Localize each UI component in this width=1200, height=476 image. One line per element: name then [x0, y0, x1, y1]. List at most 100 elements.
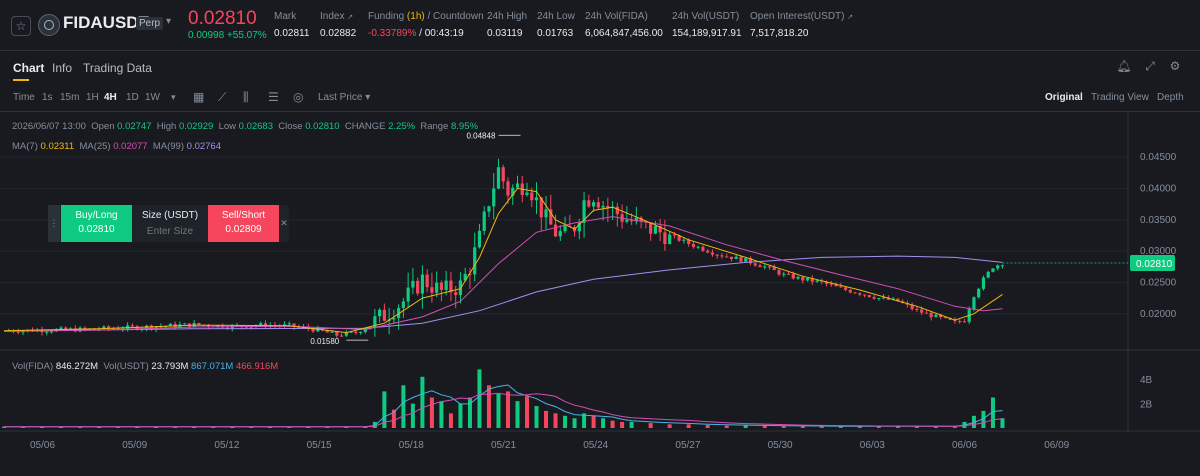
volume-bar	[544, 410, 549, 428]
x-tick-label: 05/27	[675, 440, 700, 451]
candle-body	[530, 192, 534, 201]
interval-1w[interactable]: 1W	[145, 92, 160, 103]
indicator-calendar-icon[interactable]: ▦	[193, 90, 204, 104]
volume-bar	[743, 425, 748, 428]
external-link-icon[interactable]: ↗	[347, 14, 353, 21]
vol-ma2-value: 466.916M	[235, 361, 279, 372]
settings-icon[interactable]: ⚙	[1167, 58, 1183, 74]
candle-settings-icon[interactable]: ⫼	[243, 90, 249, 105]
candle-body	[130, 325, 134, 327]
price-type-select[interactable]: Last Price ▾	[318, 92, 370, 103]
external-link-icon[interactable]: ↗	[847, 14, 853, 21]
interval-1d[interactable]: 1D	[126, 92, 139, 103]
candle-body	[311, 328, 315, 332]
volume-bar	[620, 421, 625, 428]
candle-body	[996, 265, 1000, 269]
stat-high-label: 24h High	[487, 11, 528, 22]
candle-body	[544, 209, 548, 218]
chart-canvas[interactable]: 0.045000.040000.035000.030000.025000.020…	[0, 112, 1200, 471]
tab-chart[interactable]: Chart	[13, 61, 44, 75]
candle-body	[872, 297, 876, 299]
price-chart[interactable]: 0.04500 0.04000 0.03500 0.03000 0.02500 0.020…	[0, 112, 1200, 471]
current-price-label: 0.02810	[1136, 259, 1173, 270]
extreme-price-label: 0.04848	[466, 131, 495, 140]
candle-body	[553, 224, 558, 237]
more-intervals-icon[interactable]: ▾	[171, 92, 176, 103]
candle-body	[924, 312, 928, 314]
stat-funding-value: -0.33789% / 00:43:19	[368, 28, 464, 39]
candle-body	[625, 219, 629, 222]
expand-icon[interactable]: ⤢	[1142, 58, 1158, 74]
chart-type-icon[interactable]: ⟋	[218, 90, 226, 105]
price-change: 0.00998 +55.07%	[188, 30, 267, 41]
ohlc-date: 2026/06/07 13:00	[12, 121, 86, 132]
candle-body	[339, 335, 344, 337]
close-icon[interactable]: ✕	[279, 205, 289, 242]
chart-toolbar: Time 1s 15m 1H 4H 1D 1W ▾ ▦ ⟋ ⫼ ☰ ◎ Last…	[0, 85, 1200, 112]
stat-vol-base-value: 6,064,847,456.00	[585, 28, 663, 39]
candle-body	[920, 309, 924, 313]
stat-mark-value: 0.02811	[274, 28, 310, 39]
ma99-line	[3, 255, 1003, 332]
view-original[interactable]: Original	[1045, 92, 1083, 103]
candle-body	[915, 308, 919, 310]
candle-body	[482, 211, 486, 231]
interval-time[interactable]: Time	[13, 92, 35, 103]
ohlc-range: 8.95%	[451, 121, 478, 132]
stat-vol-base: 24h Vol(FIDA) 6,064,847,456.00	[585, 11, 663, 39]
display-settings-icon[interactable]: ☰	[268, 90, 279, 104]
candle-body	[672, 234, 677, 236]
volume-bar	[525, 396, 530, 428]
stat-open-interest: Open Interest(USDT) ↗ 7,517,818.20	[750, 11, 853, 39]
volume-tick-label: 2B	[1140, 400, 1153, 411]
star-icon[interactable]: ☆	[11, 16, 31, 36]
candle-body	[49, 331, 54, 333]
stat-open-interest-label: Open Interest(USDT) ↗	[750, 11, 854, 22]
candle-body	[615, 206, 619, 215]
y-tick-label: 0.02000	[1140, 309, 1177, 320]
candle-body	[862, 294, 867, 296]
candle-body	[986, 271, 990, 278]
tab-info[interactable]: Info	[52, 61, 72, 75]
candle-body	[358, 331, 363, 333]
candle-body	[506, 181, 510, 196]
contract-type-badge: Perp	[136, 17, 164, 30]
x-tick-label: 05/21	[491, 440, 516, 451]
size-input[interactable]	[133, 225, 207, 238]
x-tick-label: 05/09	[122, 440, 147, 451]
sell-short-button[interactable]: Sell/Short 0.02809	[208, 205, 279, 242]
bell-icon[interactable]: 🔔︎	[1116, 58, 1132, 74]
target-icon[interactable]: ◎	[293, 90, 303, 104]
candle-body	[663, 232, 667, 245]
buy-long-button[interactable]: Buy/Long 0.02810	[61, 205, 132, 242]
y-tick-label: 0.04500	[1140, 152, 1177, 163]
volume-bar	[591, 415, 596, 428]
x-tick-label: 06/03	[860, 440, 885, 451]
candle-body	[558, 231, 562, 237]
interval-1h[interactable]: 1H	[86, 92, 99, 103]
quick-trade-panel: ⋮ Buy/Long 0.02810 Size (USDT) Sell/Shor…	[48, 205, 289, 242]
stat-mark-label: Mark	[274, 11, 297, 22]
view-trading-view[interactable]: Trading View	[1091, 92, 1149, 103]
volume-bar	[486, 385, 491, 428]
x-tick-label: 05/06	[30, 440, 55, 451]
view-depth[interactable]: Depth	[1157, 92, 1184, 103]
volume-bar	[429, 397, 434, 428]
size-field: Size (USDT)	[132, 205, 208, 242]
symbol-dropdown-icon[interactable]: ▾	[166, 16, 171, 27]
volume-bar	[648, 423, 653, 428]
candle-body	[197, 322, 201, 325]
interval-15m[interactable]: 15m	[60, 92, 79, 103]
tab-trading-data[interactable]: Trading Data	[83, 61, 152, 75]
candle-body	[492, 188, 496, 207]
candle-body	[782, 273, 786, 275]
ohlc-change: 2.25%	[388, 121, 416, 132]
ma25-value: 0.02077	[113, 141, 148, 152]
drag-handle-icon[interactable]: ⋮	[48, 205, 60, 242]
interval-4h[interactable]: 4H	[104, 92, 117, 103]
vol-fida-value: 846.272M	[55, 361, 99, 372]
volume-ma1-line	[4, 384, 1003, 428]
candle-body	[877, 298, 881, 300]
volume-tick-label: 4B	[1140, 375, 1153, 386]
interval-1s[interactable]: 1s	[42, 92, 53, 103]
